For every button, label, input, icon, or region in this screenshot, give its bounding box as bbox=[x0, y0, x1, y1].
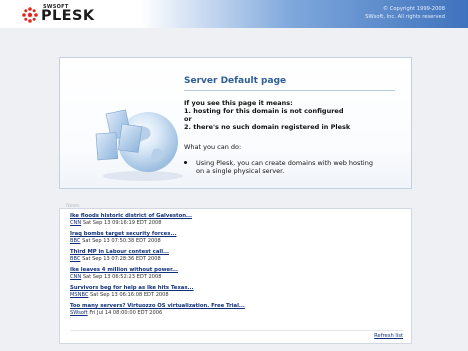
news-item: Too many servers? Virtuozzo OS virtualiz… bbox=[70, 303, 245, 317]
news-item-date: Sat Sep 13 07:50:38 EDT 2008 bbox=[82, 238, 161, 244]
news-item-source[interactable]: SWsoft bbox=[70, 310, 88, 316]
suggestion-text: Using Plesk, you can create domains with… bbox=[196, 159, 373, 175]
swsoft-logo-icon bbox=[22, 7, 38, 23]
copyright-notice: © Copyright 1999-2008 SWsoft, Inc. All r… bbox=[365, 6, 445, 21]
news-item-meta: BBC Sat Sep 13 07:28:36 EDT 2008 bbox=[70, 256, 169, 263]
title-divider bbox=[184, 90, 395, 91]
news-item-source[interactable]: MSNBC bbox=[70, 292, 88, 298]
news-item-title[interactable]: Survivors beg for help as Ike hits Texas… bbox=[70, 285, 194, 292]
news-item-source[interactable]: BBC bbox=[70, 256, 80, 262]
copyright-line-2: SWsoft, Inc. All rights reserved bbox=[365, 13, 445, 20]
copyright-line-1: © Copyright 1999-2008 bbox=[382, 6, 445, 12]
news-item-meta: BBC Sat Sep 13 07:50:38 EDT 2008 bbox=[70, 238, 176, 245]
news-item-date: Sat Sep 13 07:28:36 EDT 2008 bbox=[82, 256, 161, 262]
news-item: Third MP in Labour contest call... BBC S… bbox=[70, 249, 169, 263]
news-item-meta: CNN Sat Sep 13 09:16:19 EDT 2008 bbox=[70, 220, 192, 227]
news-item-meta: MSNBC Sat Sep 13 06:16:08 EDT 2008 bbox=[70, 292, 194, 299]
what-you-can-do-heading: What you can do: bbox=[184, 143, 242, 151]
globe-documents-illustration bbox=[95, 109, 183, 181]
news-item-date: Sat Sep 13 06:52:23 EDT 2008 bbox=[82, 274, 162, 280]
default-page-panel: Server Default page If you see this page… bbox=[59, 57, 412, 189]
news-item-date: Fri Jul 14 08:00:00 EDT 2006 bbox=[89, 310, 163, 316]
news-item: Iraq bombs target security forces... BBC… bbox=[70, 231, 176, 245]
news-item: Ike floods historic district of Galvesto… bbox=[70, 213, 192, 227]
news-item-source[interactable]: CNN bbox=[70, 220, 81, 226]
news-item-meta: SWsoft Fri Jul 14 08:00:00 EDT 2006 bbox=[70, 310, 245, 317]
intro-text: If you see this page it means: bbox=[184, 99, 293, 107]
news-panel: News Ike floods historic district of Gal… bbox=[59, 203, 412, 344]
news-divider bbox=[70, 330, 403, 331]
news-item-title[interactable]: Too many servers? Virtuozzo OS virtualiz… bbox=[70, 303, 245, 310]
header-bar: SWSOFT PLESK © Copyright 1999-2008 SWsof… bbox=[0, 0, 468, 28]
news-item-title[interactable]: Iraq bombs target security forces... bbox=[70, 231, 176, 238]
news-item-source[interactable]: BBC bbox=[70, 238, 80, 244]
news-item-title[interactable]: Ike leaves 4 million without power... bbox=[70, 267, 178, 274]
news-item-title[interactable]: Third MP in Labour contest call... bbox=[70, 249, 169, 256]
news-item: Survivors beg for help as Ike hits Texas… bbox=[70, 285, 194, 299]
news-item-title[interactable]: Ike floods historic district of Galvesto… bbox=[70, 213, 192, 220]
news-panel-label: News bbox=[66, 203, 80, 209]
or-text: or bbox=[184, 115, 192, 123]
news-item-meta: CNN Sat Sep 13 06:52:23 EDT 2008 bbox=[70, 274, 178, 281]
reason-2-text: 2. there's no such domain registered in … bbox=[184, 123, 351, 131]
news-item-source[interactable]: CNN bbox=[70, 274, 81, 280]
bullet-icon bbox=[184, 161, 187, 164]
refresh-list-link[interactable]: Refresh list bbox=[374, 333, 403, 339]
reason-1-text: 1. hosting for this domain is not config… bbox=[184, 107, 344, 115]
news-item: Ike leaves 4 million without power... CN… bbox=[70, 267, 178, 281]
news-item-date: Sat Sep 13 06:16:08 EDT 2008 bbox=[90, 292, 169, 298]
page-title: Server Default page bbox=[184, 76, 287, 86]
news-item-date: Sat Sep 13 09:16:19 EDT 2008 bbox=[82, 220, 162, 226]
logo-product-text: PLESK bbox=[41, 8, 95, 24]
